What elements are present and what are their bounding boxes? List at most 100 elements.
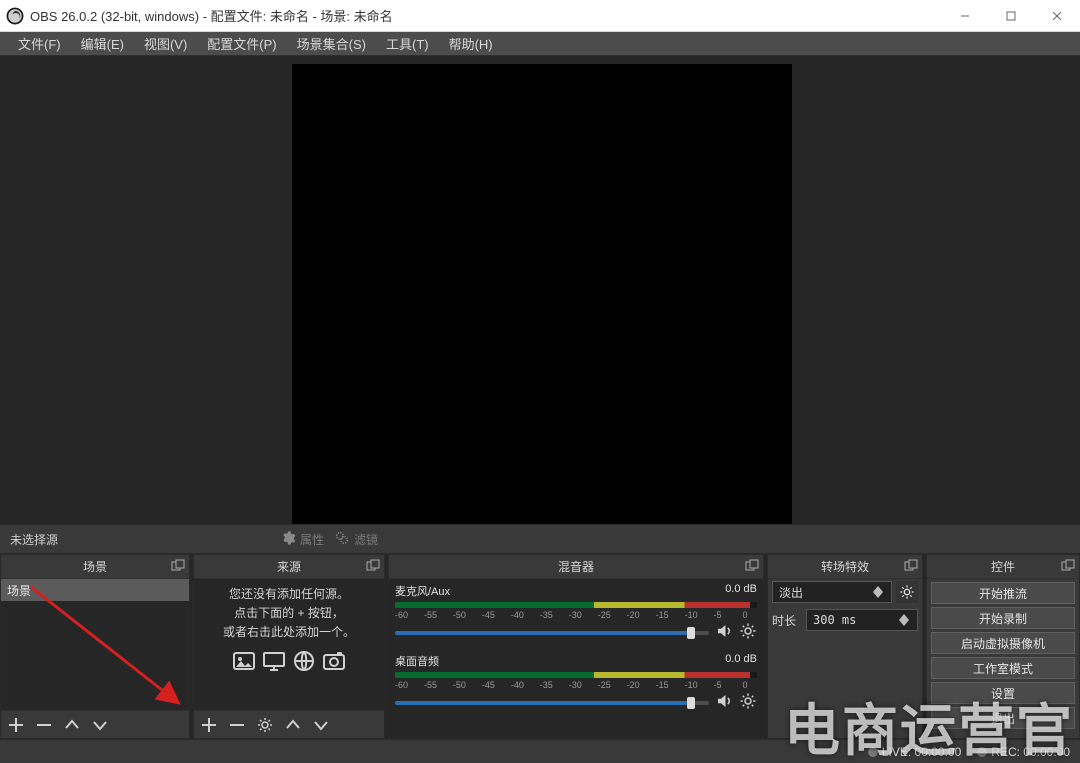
scene-item-label: 场景 (7, 582, 31, 599)
browser-source-icon (292, 649, 316, 679)
docks-row: 场景 场景 来源 (0, 554, 1080, 739)
live-dot-icon (868, 747, 878, 757)
dock-transitions-header[interactable]: 转场特效 (768, 555, 922, 579)
mixer-volume-slider[interactable] (395, 701, 709, 705)
source-type-icons (202, 649, 376, 679)
dock-mixer-title: 混音器 (558, 558, 594, 575)
menu-help[interactable]: 帮助(H) (439, 32, 503, 55)
controls-body: 开始推流 开始录制 启动虚拟摄像机 工作室模式 设置 退出 (927, 579, 1079, 738)
menu-edit[interactable]: 编辑(E) (71, 32, 134, 55)
scenes-list[interactable]: 场景 (1, 579, 189, 710)
spinner-arrows-icon (871, 586, 885, 598)
properties-button[interactable]: 属性 (280, 530, 324, 549)
scenes-footer (1, 710, 189, 738)
button-label: 开始录制 (979, 610, 1027, 627)
button-label: 退出 (991, 710, 1015, 727)
start-virtual-camera-button[interactable]: 启动虚拟摄像机 (931, 632, 1075, 654)
filters-icon (334, 530, 350, 549)
move-source-down-button[interactable] (312, 716, 330, 734)
hint-line: 您还没有添加任何源。 (202, 585, 376, 604)
window-buttons (942, 0, 1080, 31)
popout-icon[interactable] (366, 559, 380, 576)
remove-source-button[interactable] (228, 716, 246, 734)
dock-mixer-header[interactable]: 混音器 (389, 555, 763, 579)
dock-scenes-title: 场景 (83, 558, 107, 575)
status-rec: REC: 00:00:00 (977, 745, 1070, 759)
menu-profile[interactable]: 配置文件(P) (197, 32, 286, 55)
mixer-meter (395, 602, 757, 608)
menu-scenes[interactable]: 场景集合(S) (287, 32, 376, 55)
popout-icon[interactable] (171, 559, 185, 576)
move-scene-up-button[interactable] (63, 716, 81, 734)
transition-duration-value: 300 ms (813, 613, 856, 627)
menu-tools[interactable]: 工具(T) (376, 32, 439, 55)
sources-empty-hint: 您还没有添加任何源。 点击下面的 + 按钮， 或者右击此处添加一个。 (194, 579, 384, 685)
dock-controls-header[interactable]: 控件 (927, 555, 1079, 579)
exit-button[interactable]: 退出 (931, 707, 1075, 729)
dock-scenes-header[interactable]: 场景 (1, 555, 189, 579)
button-label: 开始推流 (979, 585, 1027, 602)
dock-transitions: 转场特效 淡出 时长 300 (767, 554, 923, 739)
button-label: 启动虚拟摄像机 (961, 635, 1045, 652)
filters-button[interactable]: 滤镜 (334, 530, 378, 549)
menu-file[interactable]: 文件(F) (8, 32, 71, 55)
transition-settings-button[interactable] (896, 581, 918, 603)
studio-mode-button[interactable]: 工作室模式 (931, 657, 1075, 679)
menubar: 文件(F) 编辑(E) 视图(V) 配置文件(P) 场景集合(S) 工具(T) … (0, 32, 1080, 56)
gear-icon (280, 530, 296, 549)
status-rec-text: REC: 00:00:00 (991, 745, 1070, 759)
mixer-channel-name: 麦克风/Aux (395, 583, 450, 599)
button-label: 设置 (991, 685, 1015, 702)
minimize-button[interactable] (942, 0, 988, 31)
menu-view[interactable]: 视图(V) (134, 32, 197, 55)
gear-icon[interactable] (739, 692, 757, 713)
dock-sources: 来源 您还没有添加任何源。 点击下面的 + 按钮， 或者右击此处添加一个。 (193, 554, 385, 739)
button-label: 工作室模式 (973, 660, 1033, 677)
dock-controls-title: 控件 (991, 558, 1015, 575)
mixer-channel-name: 桌面音频 (395, 653, 439, 669)
popout-icon[interactable] (745, 559, 759, 576)
scene-item[interactable]: 场景 (1, 579, 189, 601)
status-live: LIVE: 00:00:00 (868, 745, 961, 759)
transition-select-value: 淡出 (779, 584, 803, 601)
transition-duration-input[interactable]: 300 ms (806, 609, 918, 631)
add-source-button[interactable] (200, 716, 218, 734)
display-source-icon (262, 649, 286, 679)
spinner-arrows-icon (897, 614, 911, 626)
mixer-scale: -60-55-50-45-40-35-30-25-20-15-10-50 (395, 610, 757, 620)
mixer-volume-slider[interactable] (395, 631, 709, 635)
dock-transitions-title: 转场特效 (821, 558, 869, 575)
maximize-button[interactable] (988, 0, 1034, 31)
camera-source-icon (322, 649, 346, 679)
properties-label: 属性 (300, 531, 324, 548)
move-source-up-button[interactable] (284, 716, 302, 734)
window-title: OBS 26.0.2 (32-bit, windows) - 配置文件: 未命名… (30, 6, 942, 25)
popout-icon[interactable] (1061, 559, 1075, 576)
filters-label: 滤镜 (354, 531, 378, 548)
move-scene-down-button[interactable] (91, 716, 109, 734)
dock-mixer: 混音器 麦克风/Aux 0.0 dB -60-55-50-45-40-35-30… (388, 554, 764, 739)
hint-line: 点击下面的 + 按钮， (202, 604, 376, 623)
gear-icon[interactable] (739, 622, 757, 643)
add-scene-button[interactable] (7, 716, 25, 734)
mixer-body: 麦克风/Aux 0.0 dB -60-55-50-45-40-35-30-25-… (389, 579, 763, 738)
close-button[interactable] (1034, 0, 1080, 31)
statusbar: LIVE: 00:00:00 REC: 00:00:00 (0, 739, 1080, 763)
remove-scene-button[interactable] (35, 716, 53, 734)
dock-sources-header[interactable]: 来源 (194, 555, 384, 579)
transition-duration-label: 时长 (772, 612, 802, 629)
no-source-selected-label: 未选择源 (10, 531, 270, 548)
image-source-icon (232, 649, 256, 679)
popout-icon[interactable] (904, 559, 918, 576)
source-settings-button[interactable] (256, 716, 274, 734)
mixer-channel: 麦克风/Aux 0.0 dB -60-55-50-45-40-35-30-25-… (395, 583, 757, 643)
start-recording-button[interactable]: 开始录制 (931, 607, 1075, 629)
preview-canvas[interactable] (292, 64, 792, 524)
start-streaming-button[interactable]: 开始推流 (931, 582, 1075, 604)
settings-button[interactable]: 设置 (931, 682, 1075, 704)
speaker-icon[interactable] (715, 692, 733, 713)
sources-list[interactable]: 您还没有添加任何源。 点击下面的 + 按钮， 或者右击此处添加一个。 (194, 579, 384, 710)
speaker-icon[interactable] (715, 622, 733, 643)
dock-scenes: 场景 场景 (0, 554, 190, 739)
transition-select[interactable]: 淡出 (772, 581, 892, 603)
